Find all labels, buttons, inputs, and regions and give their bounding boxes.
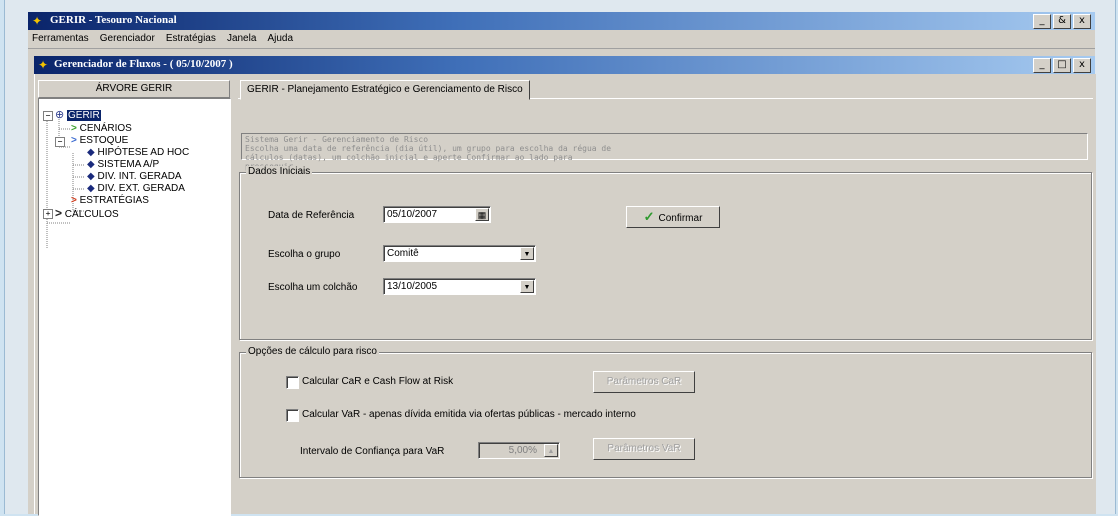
diamond-icon: ◆ [87, 159, 95, 170]
tree-node-estrategias[interactable]: > ESTRATÉGIAS [71, 195, 149, 207]
child-maximize-button[interactable]: □ [1053, 58, 1071, 73]
description-box: Sistema Gerir - Gerenciamento de Risco E… [241, 133, 1088, 171]
app-icon: ✦ [32, 14, 43, 28]
dropdown-arrow-icon[interactable]: ▼ [520, 280, 534, 293]
tree-node-hipotese[interactable]: ◆ HIPÓTESE AD HOC [87, 147, 189, 159]
diamond-icon: ◆ [87, 183, 95, 194]
tree-node-gerir[interactable]: ⊕ GERIR [55, 109, 101, 121]
tree-node-estoque[interactable]: > ESTOQUE [71, 135, 128, 147]
car-label: Calcular CaR e Cash Flow at Risk [302, 376, 454, 387]
var-label: Calcular VaR - apenas dívida emitida via… [302, 409, 636, 420]
child-window-title-bar: ✦ Gerenciador de Fluxos - ( 05/10/2007 )… [34, 56, 1095, 74]
arrow-icon: > [55, 206, 63, 220]
data-ref-field[interactable]: 05/10/2007 ▦ [383, 206, 491, 223]
grupo-label: Escolha o grupo [268, 249, 341, 260]
dados-iniciais-group: Dados Iniciais [239, 166, 1092, 340]
child-window-title: Gerenciador de Fluxos - ( 05/10/2007 ) [54, 58, 233, 70]
var-checkbox[interactable] [286, 409, 299, 422]
tree-node-div-ext[interactable]: ◆ DIV. EXT. GERADA [87, 183, 185, 195]
grupo-value: Comitê [387, 248, 419, 259]
tree-node-label: CÁLCULOS [64, 209, 119, 220]
app-title: GERIR - Tesouro Nacional [50, 14, 177, 26]
car-checkbox[interactable] [286, 376, 299, 389]
app-minimize-button[interactable]: _ [1033, 14, 1051, 29]
tree-node-label: DIV. EXT. GERADA [97, 183, 185, 194]
intervalo-label: Intervalo de Confiança para VaR [300, 446, 445, 457]
tree-header: ÁRVORE GERIR [38, 80, 230, 98]
menu-janela[interactable]: Janela [223, 30, 260, 44]
app-close-button[interactable]: x [1073, 14, 1091, 29]
gerir-icon: ⊕ [55, 109, 65, 121]
menu-ferramentas[interactable]: Ferramentas [28, 30, 93, 44]
app-title-bar: ✦ GERIR - Tesouro Nacional _ & x [28, 12, 1095, 30]
spinner-icon[interactable]: ▲ [544, 444, 558, 457]
tree-node-label: CENÁRIOS [79, 123, 132, 134]
menu-gerenciador[interactable]: Gerenciador [96, 30, 159, 44]
colchao-value: 13/10/2005 [387, 281, 438, 292]
tree-node-label: ESTRATÉGIAS [79, 195, 149, 206]
tree-node-label: GERIR [67, 110, 101, 121]
group-label: Dados Iniciais [246, 166, 313, 177]
menu-ajuda[interactable]: Ajuda [263, 30, 297, 44]
arrow-icon: > [71, 135, 77, 146]
collapse-icon[interactable]: − [55, 137, 65, 147]
tree-node-label: ESTOQUE [79, 135, 129, 146]
child-close-button[interactable]: x [1073, 58, 1091, 73]
tree-node-cenarios[interactable]: > CENÁRIOS [71, 123, 132, 135]
data-ref-value: 05/10/2007 [387, 209, 438, 220]
data-ref-label: Data de Referência [268, 210, 355, 221]
confirm-button[interactable]: ✓ Confirmar [626, 206, 720, 228]
tab-planejamento[interactable]: GERIR - Planejamento Estratégico e Geren… [240, 80, 530, 100]
tree-node-div-int[interactable]: ◆ DIV. INT. GERADA [87, 171, 182, 183]
check-icon: ✓ [643, 209, 655, 224]
parametros-var-button[interactable]: Parâmetros VaR [593, 438, 695, 460]
tab-strip: GERIR - Planejamento Estratégico e Geren… [240, 80, 1093, 100]
tree-node-sistema[interactable]: ◆ SISTEMA A/P [87, 159, 159, 171]
description-line: Sistema Gerir - Gerenciamento de Risco [245, 135, 429, 144]
arrow-icon: > [71, 123, 77, 134]
menu-bar: Ferramentas Gerenciador Estratégias Jane… [28, 30, 1095, 49]
description-line: prosseguir. [245, 162, 1084, 171]
grupo-select[interactable]: Comitê ▼ [383, 245, 536, 262]
diamond-icon: ◆ [87, 147, 95, 158]
calendar-icon[interactable]: ▦ [475, 208, 489, 221]
tree-node-label: SISTEMA A/P [97, 159, 160, 170]
group-label: Opções de cálculo para risco [246, 346, 379, 357]
child-minimize-button[interactable]: _ [1033, 58, 1051, 73]
tree-node-label: DIV. INT. GERADA [97, 171, 182, 182]
arrow-icon: > [71, 195, 77, 206]
tree-node-label: HIPÓTESE AD HOC [97, 147, 190, 158]
confirm-label: Confirmar [658, 213, 703, 224]
menu-estrategias[interactable]: Estratégias [162, 30, 220, 44]
parametros-car-button[interactable]: Parâmetros CaR [593, 371, 695, 393]
dropdown-arrow-icon[interactable]: ▼ [520, 247, 534, 260]
intervalo-value: 5,00% [508, 445, 537, 456]
expand-icon[interactable]: + [43, 209, 53, 219]
description-line: cálculos (datas), um colchão inicial e a… [245, 153, 573, 162]
description-line: Escolha uma data de referência (dia útil… [245, 144, 612, 153]
tree-node-calculos[interactable]: > CÁLCULOS [55, 206, 119, 220]
colchao-label: Escolha um colchão [268, 282, 358, 293]
collapse-icon[interactable]: − [43, 111, 53, 121]
app-restore-button[interactable]: & [1053, 14, 1071, 29]
tree-view[interactable]: − ⊕ GERIR > CENÁRIOS − > ESTOQUE ◆ HIPÓT… [38, 98, 231, 516]
colchao-select[interactable]: 13/10/2005 ▼ [383, 278, 536, 295]
window-icon: ✦ [38, 58, 49, 72]
intervalo-field[interactable]: 5,00% ▲ [478, 442, 560, 459]
diamond-icon: ◆ [87, 171, 95, 182]
